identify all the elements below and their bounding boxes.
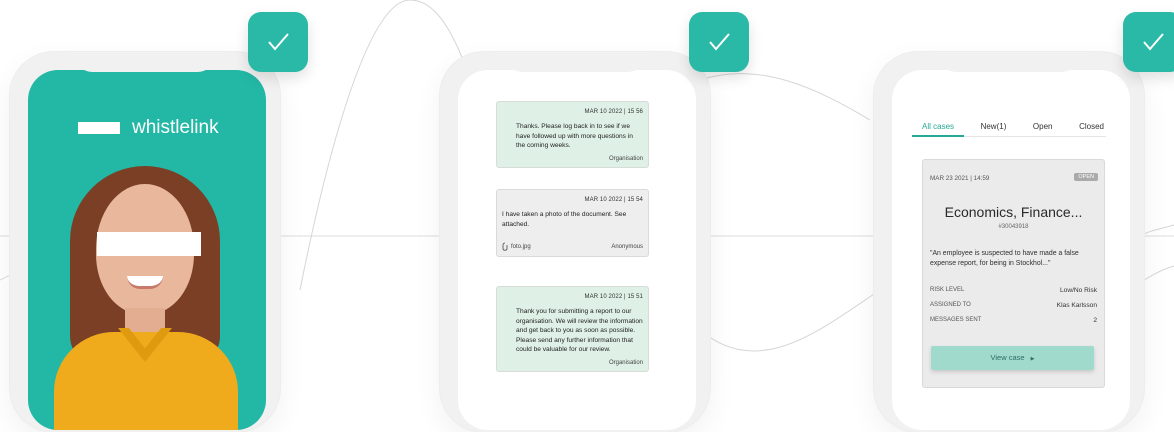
message-sender: Organisation (608, 155, 643, 162)
checkmark-icon (268, 33, 289, 51)
checkmark-icon (1143, 33, 1164, 51)
case-date: MAR 23 2021 | 14:59 (930, 175, 990, 182)
message-bubble: MAR 10 2022 | 15 51 Thank you for submit… (496, 286, 649, 372)
messages-sent-value: 2 (1093, 317, 1097, 324)
risk-level-row: RISK LEVEL Low/No Risk (930, 287, 1097, 294)
attachment-link[interactable]: foto.jpg (502, 242, 531, 251)
logo-text: whistlelink (132, 117, 219, 138)
assigned-to-label: ASSIGNED TO (930, 302, 971, 308)
logo-bar-icon (78, 122, 120, 134)
case-card[interactable]: MAR 23 2021 | 14:59 OPEN Economics, Fina… (922, 159, 1105, 388)
status-badge: OPEN (1074, 173, 1098, 181)
messages-sent-label: MESSAGES SENT (930, 317, 982, 323)
assigned-to-value: Klas Karlsson (1056, 302, 1097, 309)
phone-welcome: whistlelink (10, 52, 280, 432)
messages-sent-row: MESSAGES SENT 2 (930, 317, 1097, 324)
checkmark-badge (1123, 12, 1174, 72)
tab-closed[interactable]: Closed (1077, 122, 1106, 131)
message-date: MAR 10 2022 | 15 54 (584, 197, 643, 203)
risk-level-value: Low/No Risk (1059, 287, 1097, 294)
message-text: I have taken a photo of the document. Se… (502, 211, 627, 228)
whistlelink-logo: whistlelink (78, 117, 219, 139)
eye-censor-bar (97, 232, 201, 256)
case-tabs: All cases New(1) Open Closed (911, 122, 1106, 137)
phone-messages: MAR 10 2022 | 15 56 Thanks. Please log b… (440, 52, 710, 432)
case-description: "An employee is suspected to have made a… (930, 250, 1079, 267)
view-case-button[interactable]: View case ▶ (931, 346, 1094, 370)
risk-level-label: RISK LEVEL (930, 287, 965, 293)
tab-new[interactable]: New(1) (979, 122, 1009, 131)
triangle-right-icon: ▶ (1030, 356, 1035, 362)
portrait-shirt (54, 332, 238, 430)
message-sender: Anonymous (611, 243, 643, 250)
tab-open[interactable]: Open (1031, 122, 1055, 131)
message-bubble: MAR 10 2022 | 15 56 Thanks. Please log b… (496, 101, 649, 168)
checkmark-badge (248, 12, 308, 72)
checkmark-icon (709, 33, 730, 51)
welcome-screen: whistlelink (28, 70, 266, 430)
assigned-to-row: ASSIGNED TO Klas Karlsson (930, 302, 1097, 309)
phone-notch (76, 52, 214, 72)
case-id: #30043918 (998, 224, 1029, 230)
message-sender: Organisation (608, 359, 643, 366)
message-date: MAR 10 2022 | 15 56 (584, 109, 643, 115)
attachment-filename: foto.jpg (511, 243, 531, 250)
phone-cases: All cases New(1) Open Closed MAR 23 2021… (874, 52, 1144, 432)
case-title: Economics, Finance... (944, 204, 1083, 220)
message-text: Thank you for submitting a report to our… (516, 308, 643, 353)
messages-screen: MAR 10 2022 | 15 56 Thanks. Please log b… (458, 70, 696, 430)
paperclip-icon (502, 242, 508, 251)
message-text: Thanks. Please log back in to see if we … (516, 123, 633, 149)
message-date: MAR 10 2022 | 15 51 (584, 294, 643, 300)
message-bubble: MAR 10 2022 | 15 54 I have taken a photo… (496, 189, 649, 257)
checkmark-badge (689, 12, 749, 72)
tab-all-cases[interactable]: All cases (911, 122, 965, 137)
view-case-label: View case (990, 353, 1025, 362)
cases-screen: All cases New(1) Open Closed MAR 23 2021… (892, 70, 1130, 430)
phone-notch (940, 52, 1078, 72)
phone-notch (506, 52, 644, 72)
